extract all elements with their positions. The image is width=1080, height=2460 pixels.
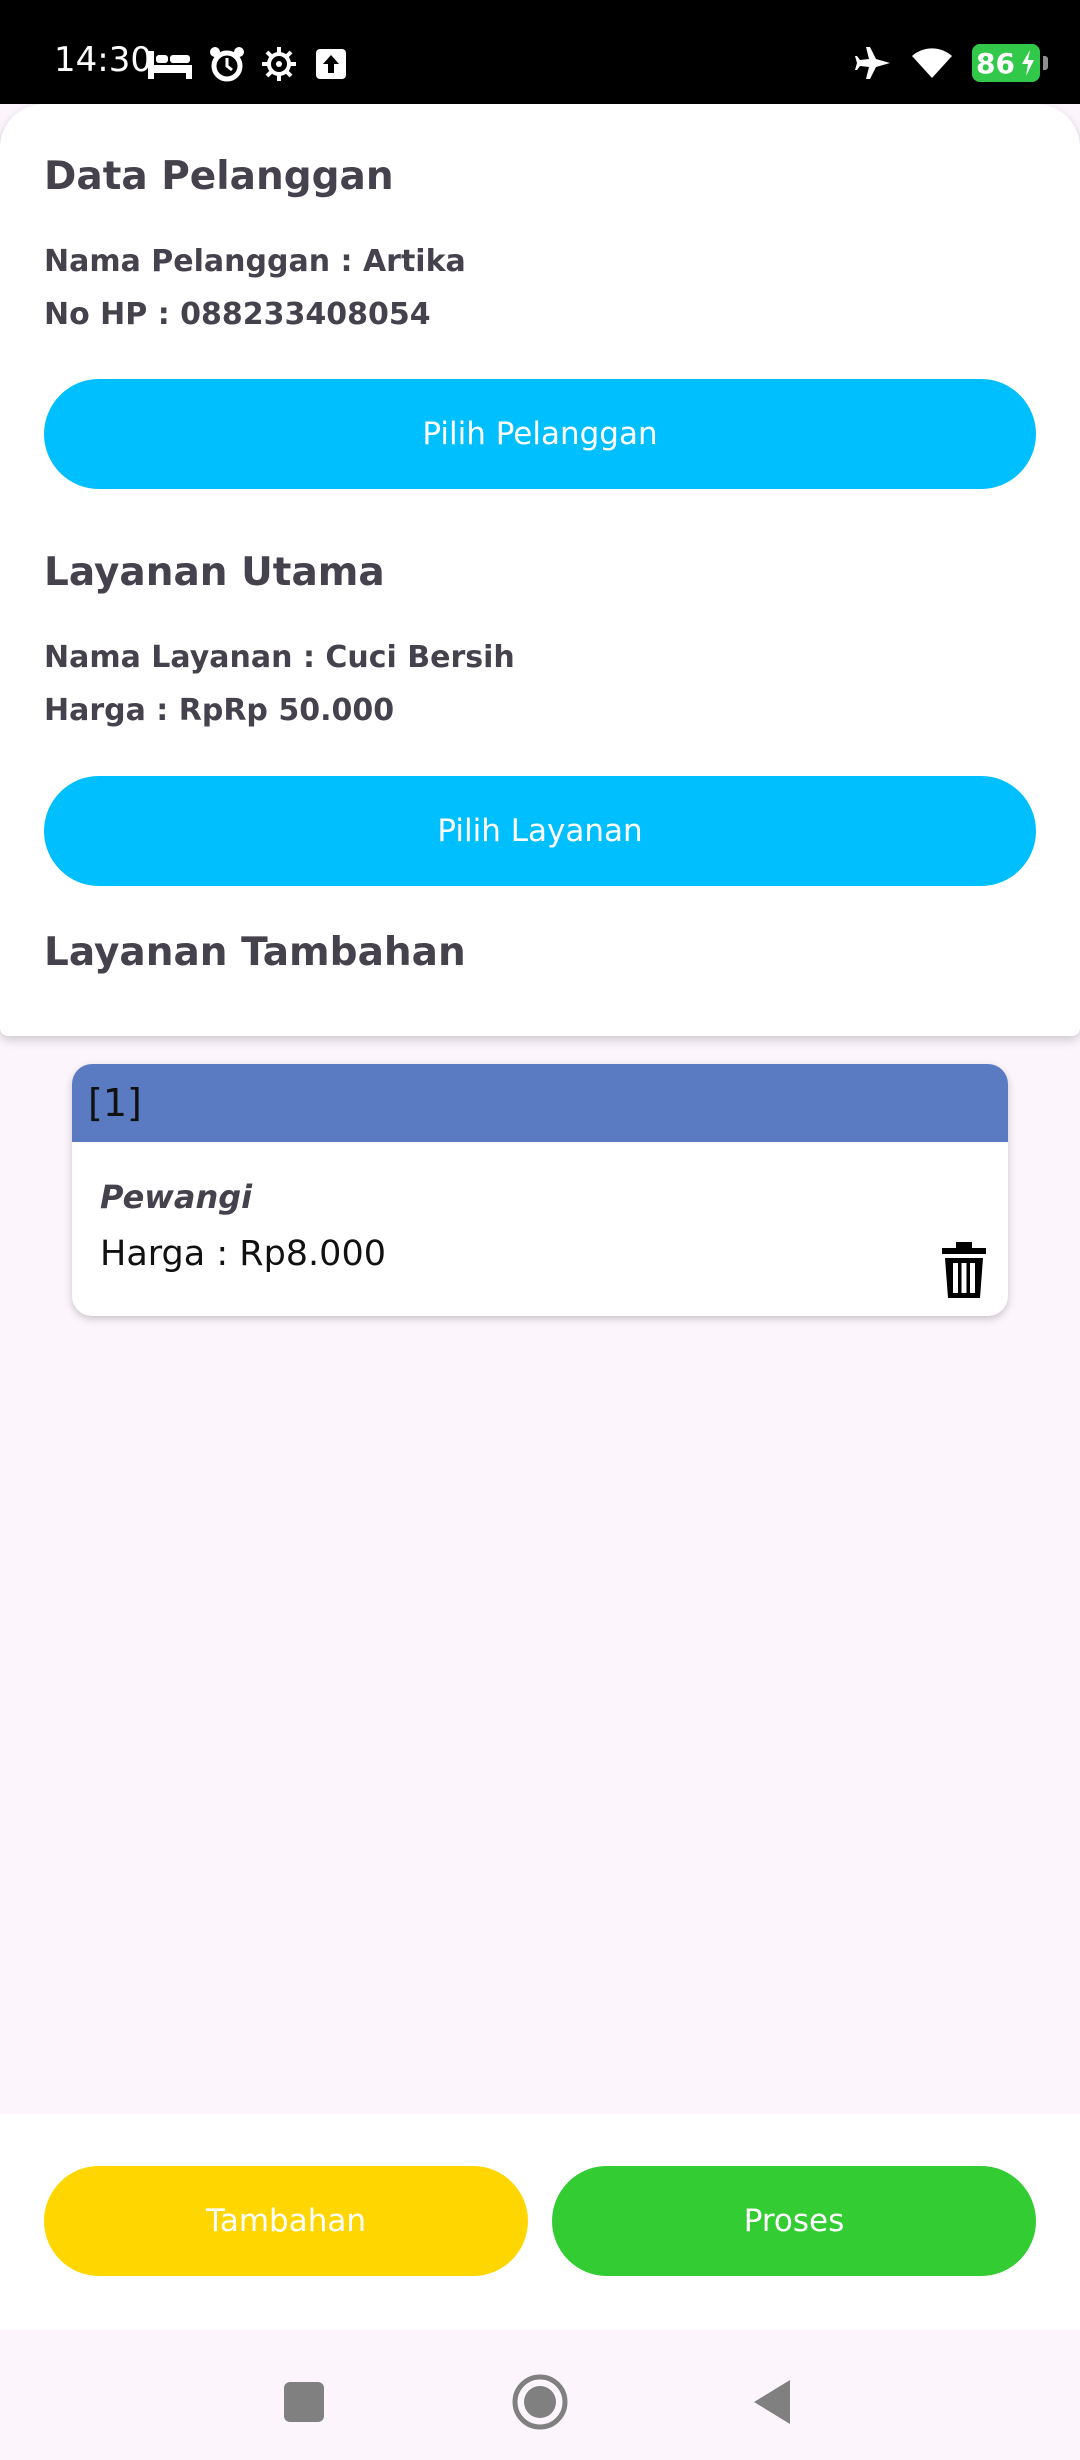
extra-services-section-title: Layanan Tambahan	[44, 930, 466, 975]
add-extra-button[interactable]: Tambahan	[44, 2166, 528, 2276]
item-index: [1]	[88, 1081, 142, 1125]
service-name-text: Nama Layanan : Cuci Bersih	[44, 640, 515, 675]
upload-icon	[316, 49, 346, 79]
status-time: 14:30	[54, 40, 152, 80]
extra-service-item: [1] Pewangi Harga : Rp8.000	[72, 1064, 1008, 1316]
status-icons-left	[146, 44, 350, 84]
airplane-icon	[855, 47, 890, 79]
process-button[interactable]: Proses	[552, 2166, 1036, 2276]
recents-icon[interactable]	[274, 2372, 334, 2432]
main-service-section-title: Layanan Utama	[44, 550, 385, 595]
battery-level: 86	[976, 46, 1015, 80]
gear-icon	[262, 47, 296, 81]
customer-section-title: Data Pelanggan	[44, 154, 394, 199]
item-price: Harga : Rp8.000	[100, 1234, 386, 1274]
charging-bolt-icon	[1022, 50, 1034, 76]
battery-icon: 86	[972, 44, 1048, 82]
item-name: Pewangi	[100, 1178, 253, 1216]
customer-phone-text: No HP : 088233408054	[44, 297, 431, 332]
system-nav-bar	[0, 2330, 1080, 2460]
bed-icon	[148, 51, 192, 79]
back-icon[interactable]	[744, 2372, 804, 2432]
status-icons-right: 86	[854, 42, 1048, 84]
home-icon[interactable]	[510, 2372, 570, 2432]
delete-icon[interactable]	[940, 1242, 988, 1298]
alarm-icon	[210, 47, 244, 82]
service-price-text: Harga : RpRp 50.000	[44, 693, 395, 728]
status-bar: 14:30 86	[0, 0, 1080, 110]
wifi-icon	[912, 48, 952, 78]
customer-name-text: Nama Pelanggan : Artika	[44, 244, 466, 279]
select-service-button[interactable]: Pilih Layanan	[44, 776, 1036, 886]
select-customer-button[interactable]: Pilih Pelanggan	[44, 379, 1036, 489]
item-index-header: [1]	[72, 1064, 1008, 1146]
